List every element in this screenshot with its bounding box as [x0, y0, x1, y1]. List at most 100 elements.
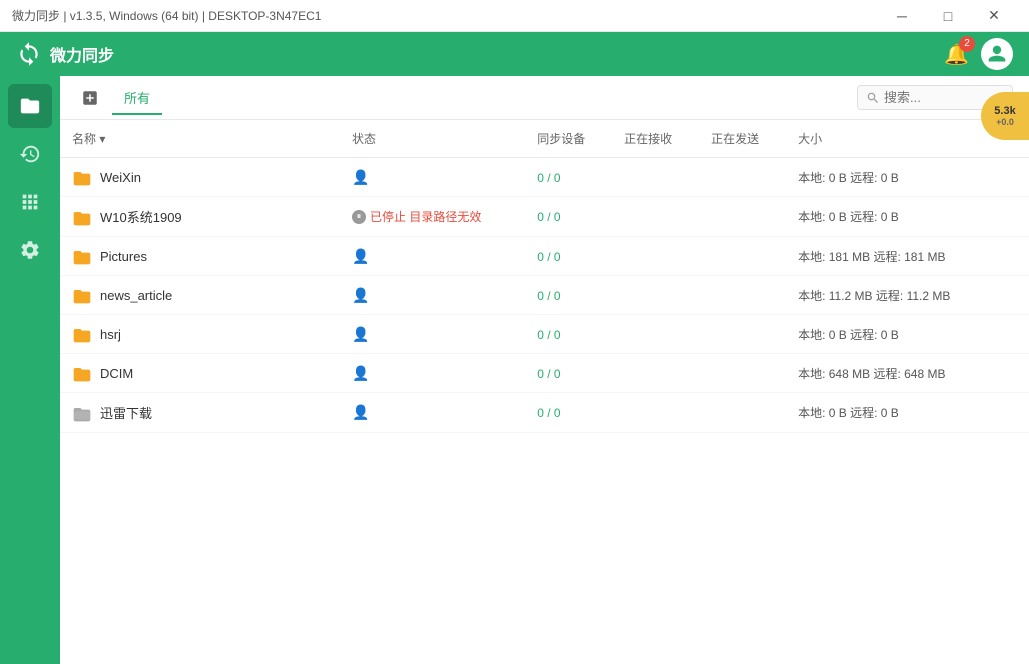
- transfer-rate-badge[interactable]: 5.3k +0.0: [981, 92, 1029, 140]
- logo-text: 微力同步: [50, 42, 114, 66]
- cell-name: DCIM: [60, 354, 340, 393]
- cell-size: 本地: 0 B 远程: 0 B: [786, 315, 999, 354]
- cell-size: 本地: 181 MB 远程: 181 MB: [786, 237, 999, 276]
- table-row: DCIM 👤0 / 0 本地: 648 MB 远程: 648 MB: [60, 354, 1029, 393]
- col-status: 状态: [340, 120, 525, 158]
- titlebar-title: 微力同步 | v1.3.5, Windows (64 bit) | DESKTO…: [12, 7, 879, 24]
- col-sync-device: 同步设备: [525, 120, 612, 158]
- table-row: Pictures 👤0 / 0 本地: 181 MB 远程: 181 MB: [60, 237, 1029, 276]
- cell-status: 👤: [340, 237, 525, 276]
- avatar-icon: [987, 44, 1007, 64]
- add-sync-button[interactable]: [76, 84, 104, 112]
- settings-icon: [19, 239, 41, 261]
- cell-extra: [999, 158, 1029, 197]
- tabbar: 所有: [60, 76, 1029, 120]
- col-size: 大小: [786, 120, 999, 158]
- col-name: 名称 ▾: [60, 120, 340, 158]
- minimize-button[interactable]: ─: [879, 0, 925, 32]
- rate-change: +0.0: [996, 117, 1014, 127]
- row-name: 迅雷下载: [100, 403, 152, 422]
- table-row: 迅雷下载 👤0 / 0 本地: 0 B 远程: 0 B: [60, 393, 1029, 433]
- cell-extra: [999, 354, 1029, 393]
- left-sidebar: [0, 76, 60, 664]
- table-wrap: 名称 ▾ 状态 同步设备 正在接收 正在发送 大小: [60, 120, 1029, 664]
- cell-status: 👤: [340, 393, 525, 433]
- cell-receiving: [612, 276, 699, 315]
- folder-icon: [72, 286, 92, 304]
- row-name: news_article: [100, 288, 172, 303]
- row-name: W10系统1909: [100, 207, 182, 226]
- cell-name: W10系统1909: [60, 197, 340, 237]
- cell-sync: 0 / 0: [525, 158, 612, 197]
- cell-size: 本地: 0 B 远程: 0 B: [786, 197, 999, 237]
- cell-size: 本地: 648 MB 远程: 648 MB: [786, 354, 999, 393]
- table-row: news_article 👤0 / 0本地: 11.2 MB 远程: 11.2 …: [60, 276, 1029, 315]
- folder-icon: [72, 247, 92, 265]
- sidebar-item-settings[interactable]: [8, 228, 52, 272]
- cell-sending: [699, 393, 786, 433]
- search-icon: [866, 91, 880, 105]
- cell-name: Pictures: [60, 237, 340, 276]
- titlebar-controls: ─ □ ✕: [879, 0, 1017, 32]
- table-row: WeiXin 👤0 / 0本地: 0 B 远程: 0 B: [60, 158, 1029, 197]
- bell-button[interactable]: 🔔 2: [944, 42, 969, 67]
- cell-status: ⏸ 已停止 目录路径无效: [340, 197, 525, 237]
- cell-sync: 0 / 0: [525, 354, 612, 393]
- avatar-button[interactable]: [981, 38, 1013, 70]
- cell-sync: 0 / 0: [525, 393, 612, 433]
- sync-icon: [16, 41, 42, 67]
- add-icon: [81, 89, 99, 107]
- app-header: 微力同步 🔔 2: [0, 32, 1029, 76]
- sidebar-item-grid[interactable]: [8, 180, 52, 224]
- cell-name: WeiXin: [60, 158, 340, 197]
- table-header-row: 名称 ▾ 状态 同步设备 正在接收 正在发送 大小: [60, 120, 1029, 158]
- cell-extra: [999, 393, 1029, 433]
- cell-size: 本地: 0 B 远程: 0 B: [786, 393, 999, 433]
- folder-icon: [72, 208, 92, 226]
- col-sending: 正在发送: [699, 120, 786, 158]
- row-name: WeiXin: [100, 170, 141, 185]
- row-name: DCIM: [100, 366, 133, 381]
- cell-sync: 0 / 0: [525, 237, 612, 276]
- cell-name: 迅雷下载: [60, 393, 340, 433]
- cell-size: 本地: 11.2 MB 远程: 11.2 MB: [786, 276, 999, 315]
- cell-size: 本地: 0 B 远程: 0 B: [786, 158, 999, 197]
- cell-sending: [699, 354, 786, 393]
- cell-sending: [699, 158, 786, 197]
- header-logo: 微力同步: [16, 41, 944, 67]
- folder-icon: [72, 404, 92, 422]
- cell-status: 👤: [340, 354, 525, 393]
- cell-extra: [999, 276, 1029, 315]
- col-receiving: 正在接收: [612, 120, 699, 158]
- cell-receiving: [612, 158, 699, 197]
- row-name: hsrj: [100, 327, 121, 342]
- cell-sync: 0 / 0: [525, 315, 612, 354]
- header-right: 🔔 2: [944, 38, 1013, 70]
- tabbar-right: [170, 85, 1013, 110]
- cell-name: news_article: [60, 276, 340, 315]
- folder-icon: [72, 364, 92, 382]
- rate-value: 5.3k: [994, 105, 1015, 117]
- cell-extra: [999, 315, 1029, 354]
- sidebar-item-files[interactable]: [8, 84, 52, 128]
- files-icon: [19, 95, 41, 117]
- cell-extra: [999, 197, 1029, 237]
- table-row: hsrj 👤0 / 0本地: 0 B 远程: 0 B: [60, 315, 1029, 354]
- tab-all[interactable]: 所有: [112, 82, 162, 115]
- notification-badge: 2: [959, 36, 975, 52]
- cell-status: 👤: [340, 276, 525, 315]
- folder-icon: [72, 325, 92, 343]
- cell-sync: 0 / 0: [525, 197, 612, 237]
- cell-sending: [699, 315, 786, 354]
- close-button[interactable]: ✕: [971, 0, 1017, 32]
- row-name: Pictures: [100, 249, 147, 264]
- sync-table: 名称 ▾ 状态 同步设备 正在接收 正在发送 大小: [60, 120, 1029, 433]
- cell-receiving: [612, 315, 699, 354]
- cell-sending: [699, 276, 786, 315]
- maximize-button[interactable]: □: [925, 0, 971, 32]
- cell-extra: [999, 237, 1029, 276]
- cell-receiving: [612, 237, 699, 276]
- cell-sending: [699, 237, 786, 276]
- grid-icon: [19, 191, 41, 213]
- sidebar-item-history[interactable]: [8, 132, 52, 176]
